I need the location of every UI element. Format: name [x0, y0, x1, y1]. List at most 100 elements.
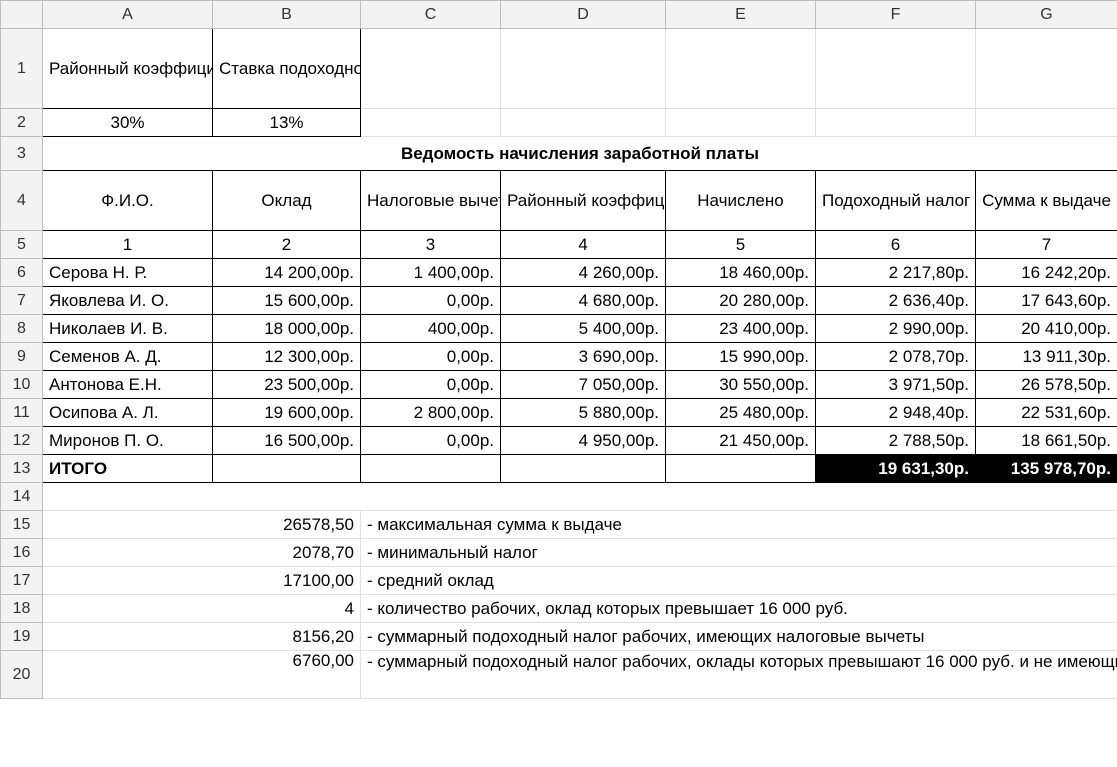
- cell-D10[interactable]: 7 050,00р.: [501, 371, 666, 399]
- row-header-11[interactable]: 11: [1, 399, 43, 427]
- cell-val-19[interactable]: 8156,20: [43, 623, 361, 651]
- row-header-4[interactable]: 4: [1, 171, 43, 231]
- cell-G8[interactable]: 20 410,00р.: [976, 315, 1117, 343]
- row-header-1[interactable]: 1: [1, 29, 43, 109]
- cell-C5[interactable]: 3: [361, 231, 501, 259]
- cell-A13[interactable]: ИТОГО: [43, 455, 213, 483]
- cell-B5[interactable]: 2: [213, 231, 361, 259]
- cell-E9[interactable]: 15 990,00р.: [666, 343, 816, 371]
- cell-C1[interactable]: [361, 29, 501, 109]
- cell-desc-17[interactable]: - средний оклад: [361, 567, 1117, 595]
- cell-D8[interactable]: 5 400,00р.: [501, 315, 666, 343]
- cell-G13[interactable]: 135 978,70р.: [976, 455, 1117, 483]
- col-header-F[interactable]: F: [816, 1, 976, 29]
- cell-B11[interactable]: 19 600,00р.: [213, 399, 361, 427]
- cell-A5[interactable]: 1: [43, 231, 213, 259]
- cell-val-18[interactable]: 4: [43, 595, 361, 623]
- row-header-7[interactable]: 7: [1, 287, 43, 315]
- cell-A9[interactable]: Семенов А. Д.: [43, 343, 213, 371]
- corner-cell[interactable]: [1, 1, 43, 29]
- cell-E12[interactable]: 21 450,00р.: [666, 427, 816, 455]
- cell-A8[interactable]: Николаев И. В.: [43, 315, 213, 343]
- cell-A12[interactable]: Миронов П. О.: [43, 427, 213, 455]
- cell-title[interactable]: Ведомость начисления заработной платы: [43, 137, 1117, 171]
- cell-F4[interactable]: Подоходный налог: [816, 171, 976, 231]
- cell-E5[interactable]: 5: [666, 231, 816, 259]
- cell-B7[interactable]: 15 600,00р.: [213, 287, 361, 315]
- cell-A11[interactable]: Осипова А. Л.: [43, 399, 213, 427]
- cell-D2[interactable]: [501, 109, 666, 137]
- cell-F11[interactable]: 2 948,40р.: [816, 399, 976, 427]
- cell-A7[interactable]: Яковлева И. О.: [43, 287, 213, 315]
- cell-C4[interactable]: Налоговые вычеты: [361, 171, 501, 231]
- row-header-16[interactable]: 16: [1, 539, 43, 567]
- spreadsheet[interactable]: A B C D E F G 1 Районный коэффициент (k)…: [0, 0, 1117, 699]
- col-header-B[interactable]: B: [213, 1, 361, 29]
- cell-E11[interactable]: 25 480,00р.: [666, 399, 816, 427]
- cell-B6[interactable]: 14 200,00р.: [213, 259, 361, 287]
- row-header-15[interactable]: 15: [1, 511, 43, 539]
- cell-C13[interactable]: [361, 455, 501, 483]
- cell-C7[interactable]: 0,00р.: [361, 287, 501, 315]
- cell-val-17[interactable]: 17100,00: [43, 567, 361, 595]
- cell-D12[interactable]: 4 950,00р.: [501, 427, 666, 455]
- cell-B2[interactable]: 13%: [213, 109, 361, 137]
- cell-B12[interactable]: 16 500,00р.: [213, 427, 361, 455]
- cell-F13[interactable]: 19 631,30р.: [816, 455, 976, 483]
- cell-D7[interactable]: 4 680,00р.: [501, 287, 666, 315]
- cell-C10[interactable]: 0,00р.: [361, 371, 501, 399]
- cell-F2[interactable]: [816, 109, 976, 137]
- cell-F12[interactable]: 2 788,50р.: [816, 427, 976, 455]
- cell-D1[interactable]: [501, 29, 666, 109]
- cell-B4[interactable]: Оклад: [213, 171, 361, 231]
- cell-C6[interactable]: 1 400,00р.: [361, 259, 501, 287]
- cell-desc-19[interactable]: - суммарный подоходный налог рабочих, им…: [361, 623, 1117, 651]
- cell-G9[interactable]: 13 911,30р.: [976, 343, 1117, 371]
- cell-desc-20[interactable]: - суммарный подоходный налог рабочих, ок…: [361, 651, 1117, 699]
- cell-C8[interactable]: 400,00р.: [361, 315, 501, 343]
- cell-G5[interactable]: 7: [976, 231, 1117, 259]
- cell-B1[interactable]: Ставка подоходного налога ( n): [213, 29, 361, 109]
- cell-G6[interactable]: 16 242,20р.: [976, 259, 1117, 287]
- col-header-G[interactable]: G: [976, 1, 1117, 29]
- cell-C11[interactable]: 2 800,00р.: [361, 399, 501, 427]
- row-header-20[interactable]: 20: [1, 651, 43, 699]
- row-header-14[interactable]: 14: [1, 483, 43, 511]
- cell-D13[interactable]: [501, 455, 666, 483]
- cell-B13[interactable]: [213, 455, 361, 483]
- cell-A4[interactable]: Ф.И.О.: [43, 171, 213, 231]
- cell-E7[interactable]: 20 280,00р.: [666, 287, 816, 315]
- row-header-6[interactable]: 6: [1, 259, 43, 287]
- cell-A10[interactable]: Антонова Е.Н.: [43, 371, 213, 399]
- cell-E2[interactable]: [666, 109, 816, 137]
- row-header-10[interactable]: 10: [1, 371, 43, 399]
- col-header-A[interactable]: A: [43, 1, 213, 29]
- cell-F5[interactable]: 6: [816, 231, 976, 259]
- cell-desc-15[interactable]: - максимальная сумма к выдаче: [361, 511, 1117, 539]
- row-header-12[interactable]: 12: [1, 427, 43, 455]
- cell-D9[interactable]: 3 690,00р.: [501, 343, 666, 371]
- cell-row14[interactable]: [43, 483, 1117, 511]
- cell-A2[interactable]: 30%: [43, 109, 213, 137]
- cell-val-15[interactable]: 26578,50: [43, 511, 361, 539]
- row-header-3[interactable]: 3: [1, 137, 43, 171]
- cell-G12[interactable]: 18 661,50р.: [976, 427, 1117, 455]
- cell-F9[interactable]: 2 078,70р.: [816, 343, 976, 371]
- cell-E8[interactable]: 23 400,00р.: [666, 315, 816, 343]
- row-header-9[interactable]: 9: [1, 343, 43, 371]
- cell-E6[interactable]: 18 460,00р.: [666, 259, 816, 287]
- cell-F7[interactable]: 2 636,40р.: [816, 287, 976, 315]
- cell-C2[interactable]: [361, 109, 501, 137]
- cell-F8[interactable]: 2 990,00р.: [816, 315, 976, 343]
- col-header-C[interactable]: C: [361, 1, 501, 29]
- cell-C12[interactable]: 0,00р.: [361, 427, 501, 455]
- cell-B9[interactable]: 12 300,00р.: [213, 343, 361, 371]
- cell-F10[interactable]: 3 971,50р.: [816, 371, 976, 399]
- cell-G7[interactable]: 17 643,60р.: [976, 287, 1117, 315]
- cell-E13[interactable]: [666, 455, 816, 483]
- row-header-5[interactable]: 5: [1, 231, 43, 259]
- row-header-18[interactable]: 18: [1, 595, 43, 623]
- row-header-8[interactable]: 8: [1, 315, 43, 343]
- cell-val-20[interactable]: 6760,00: [43, 651, 361, 699]
- cell-D5[interactable]: 4: [501, 231, 666, 259]
